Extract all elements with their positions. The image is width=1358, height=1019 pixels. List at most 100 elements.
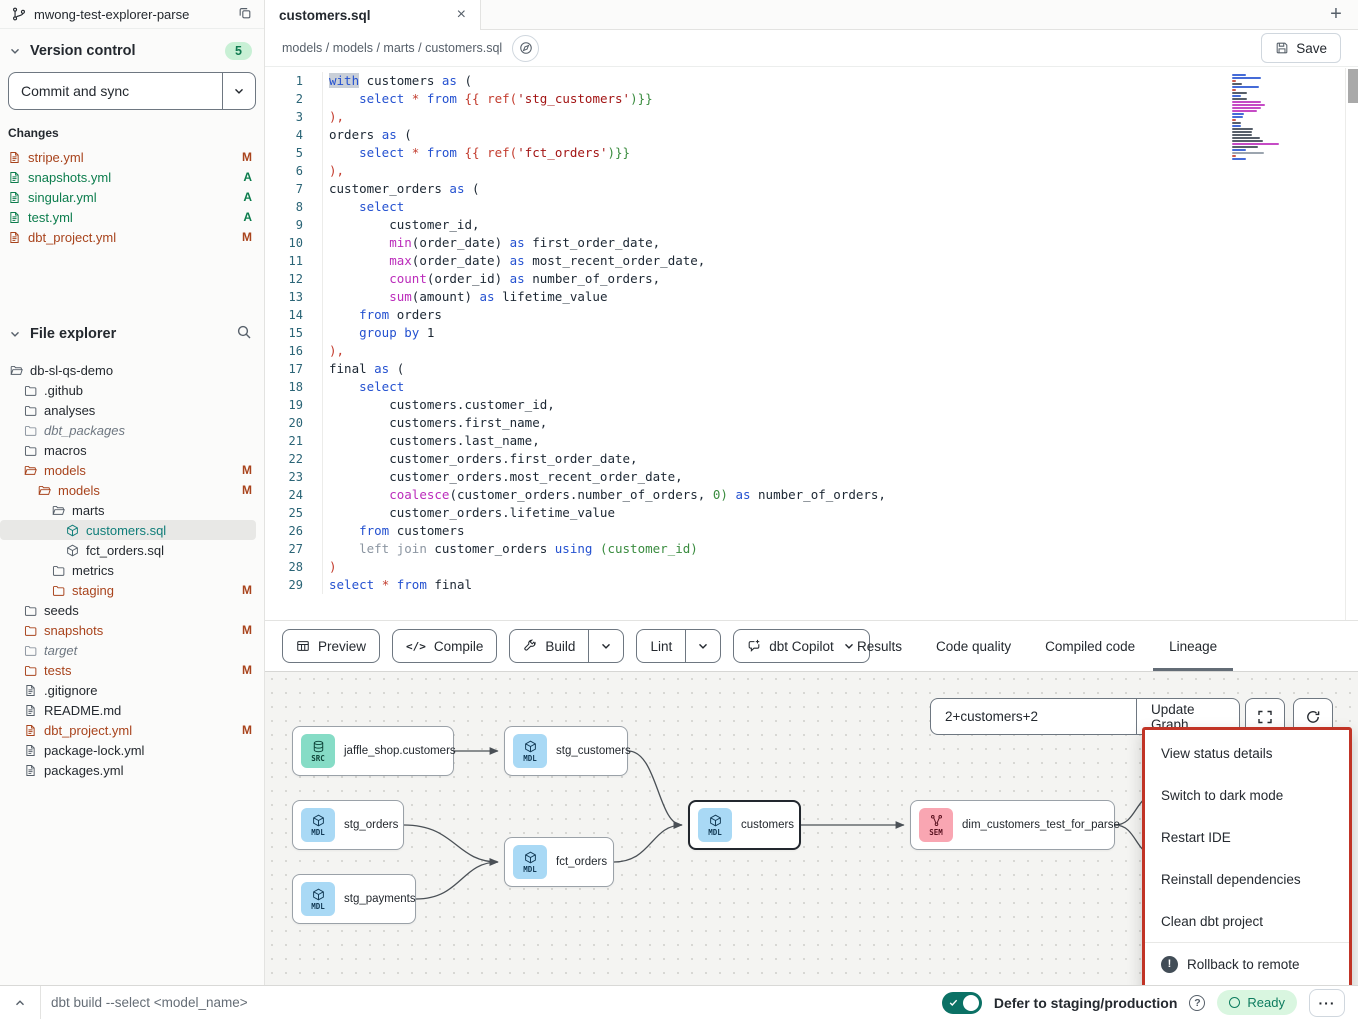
tree-item-models[interactable]: modelsM — [0, 480, 264, 500]
change-item-stripe-yml[interactable]: stripe.ymlM — [0, 147, 264, 167]
save-icon — [1275, 41, 1289, 55]
expand-command-bar-button[interactable] — [0, 986, 41, 1019]
lineage-node-stg-orders[interactable]: MDLstg_orders — [292, 800, 404, 850]
modified-badge: M — [242, 623, 252, 637]
tree-item-seeds[interactable]: seeds — [0, 600, 264, 620]
menu-item-reinstall-dependencies[interactable]: Reinstall dependencies — [1145, 858, 1349, 900]
folder-icon — [24, 624, 37, 637]
save-button[interactable]: Save — [1261, 33, 1341, 63]
lineage-node-stg-customers[interactable]: MDLstg_customers — [504, 726, 628, 776]
branch-name: mwong-test-explorer-parse — [34, 7, 189, 22]
close-icon[interactable]: × — [457, 6, 466, 24]
copilot-chat-icon — [747, 639, 761, 653]
code-line: select — [329, 198, 1278, 216]
code-line: orders as ( — [329, 126, 1278, 144]
commit-options-dropdown[interactable] — [222, 73, 255, 109]
menu-item-clean-dbt-project[interactable]: Clean dbt project — [1145, 900, 1349, 942]
tree-item-snapshots[interactable]: snapshotsM — [0, 620, 264, 640]
folder-icon — [24, 604, 37, 617]
tree-item-github[interactable]: .github — [0, 380, 264, 400]
compile-button[interactable]: </>Compile — [392, 629, 497, 663]
lineage-node-fct-orders[interactable]: MDLfct_orders — [504, 837, 614, 887]
tree-item-analyses[interactable]: analyses — [0, 400, 264, 420]
build-options-dropdown[interactable] — [588, 630, 623, 662]
tab-customers-sql[interactable]: customers.sql × — [265, 0, 481, 30]
lineage-selector-input[interactable] — [931, 699, 1136, 734]
change-item-singular-yml[interactable]: singular.ymlA — [0, 187, 264, 207]
file-search-button[interactable] — [236, 324, 252, 344]
menu-item-view-status-details[interactable]: View status details — [1145, 732, 1349, 774]
node-label: stg_payments — [344, 893, 416, 905]
model-icon — [66, 544, 79, 557]
editor-scrollbar[interactable] — [1345, 68, 1358, 620]
tree-item-packages-yml[interactable]: packages.yml — [0, 760, 264, 780]
tree-item-label: models — [58, 483, 100, 498]
commit-and-sync-button[interactable]: Commit and sync — [8, 72, 256, 110]
code-line: from orders — [329, 306, 1278, 324]
node-label: stg_orders — [344, 819, 398, 831]
lint-options-dropdown[interactable] — [685, 630, 720, 662]
change-item-dbt-project-yml[interactable]: dbt_project.ymlM — [0, 227, 264, 247]
menu-item-rollback-to-remote[interactable]: !Rollback to remote — [1145, 943, 1349, 985]
tree-item-label: package-lock.yml — [44, 743, 144, 758]
lint-button[interactable]: Lint — [636, 629, 721, 663]
more-options-button[interactable]: ··· — [1309, 989, 1345, 1017]
tree-item-package-lock-yml[interactable]: package-lock.yml — [0, 740, 264, 760]
tree-item-dbt-project-yml[interactable]: dbt_project.ymlM — [0, 720, 264, 740]
tree-item-models[interactable]: modelsM — [0, 460, 264, 480]
panel-tab-results[interactable]: Results — [857, 621, 902, 671]
modified-badge: M — [242, 463, 252, 477]
change-item-test-yml[interactable]: test.ymlA — [0, 207, 264, 227]
lineage-node-dim-customers-test-for-parse[interactable]: SEMdim_customers_test_for_parse — [910, 800, 1115, 850]
tree-item-gitignore[interactable]: .gitignore — [0, 680, 264, 700]
tree-item-label: macros — [44, 443, 87, 458]
tree-item-customers-sql[interactable]: customers.sql — [0, 520, 256, 540]
explore-lineage-button[interactable] — [512, 35, 539, 62]
dbt-copilot-button[interactable]: dbt Copilot — [733, 629, 870, 663]
tree-item-marts[interactable]: marts — [0, 500, 264, 520]
changes-list: stripe.ymlMsnapshots.ymlAsingular.ymlAte… — [0, 147, 264, 247]
chevron-down-icon — [842, 639, 856, 653]
change-file-name: snapshots.yml — [28, 170, 111, 185]
version-control-header[interactable]: Version control 5 — [0, 29, 264, 66]
command-input[interactable] — [41, 995, 441, 1010]
tree-item-fct-orders-sql[interactable]: fct_orders.sql — [0, 540, 264, 560]
tree-item-db-sl-qs-demo[interactable]: db-sl-qs-demo — [0, 360, 264, 380]
preview-button[interactable]: Preview — [282, 629, 380, 663]
chevron-down-icon — [599, 639, 613, 653]
ready-status-badge[interactable]: Ready — [1217, 990, 1297, 1015]
tree-item-metrics[interactable]: metrics — [0, 560, 264, 580]
panel-tab-compiled-code[interactable]: Compiled code — [1045, 621, 1135, 671]
branch-selector[interactable]: mwong-test-explorer-parse — [0, 0, 264, 29]
lineage-node-jaffle-shop-customers[interactable]: SRCjaffle_shop.customers — [292, 726, 454, 776]
status-dot-icon — [1229, 997, 1240, 1008]
tree-item-readme-md[interactable]: README.md — [0, 700, 264, 720]
code-editor[interactable]: 1234567891011121314151617181920212223242… — [265, 68, 1358, 620]
tree-item-label: packages.yml — [44, 763, 123, 778]
scrollbar-thumb[interactable] — [1348, 69, 1358, 103]
menu-item-switch-to-dark-mode[interactable]: Switch to dark mode — [1145, 774, 1349, 816]
tree-item-staging[interactable]: stagingM — [0, 580, 264, 600]
tree-item-target[interactable]: target — [0, 640, 264, 660]
menu-item-restart-ide[interactable]: Restart IDE — [1145, 816, 1349, 858]
defer-toggle[interactable] — [942, 992, 982, 1014]
lineage-node-customers[interactable]: MDLcustomers — [688, 800, 801, 850]
file-explorer-header[interactable]: File explorer — [0, 311, 264, 350]
lineage-node-stg-payments[interactable]: MDL stg_payments — [292, 874, 416, 924]
help-icon[interactable]: ? — [1189, 995, 1205, 1011]
tree-item-tests[interactable]: testsM — [0, 660, 264, 680]
tree-item-dbt-packages[interactable]: dbt_packages — [0, 420, 264, 440]
alert-icon: ! — [1161, 956, 1178, 973]
tree-item-macros[interactable]: macros — [0, 440, 264, 460]
mdl-badge-icon: MDL — [301, 882, 335, 916]
build-button[interactable]: Build — [509, 629, 624, 663]
change-item-snapshots-yml[interactable]: snapshots.ymlA — [0, 167, 264, 187]
panel-tab-code-quality[interactable]: Code quality — [936, 621, 1011, 671]
new-tab-button[interactable]: + — [1314, 0, 1358, 29]
file-icon — [24, 764, 37, 777]
code-lines[interactable]: with customers as ( select * from {{ ref… — [322, 72, 1278, 594]
refresh-icon — [1305, 709, 1321, 725]
copy-branch-button[interactable] — [238, 6, 252, 23]
model-icon — [66, 524, 79, 537]
panel-tab-lineage[interactable]: Lineage — [1169, 621, 1217, 671]
